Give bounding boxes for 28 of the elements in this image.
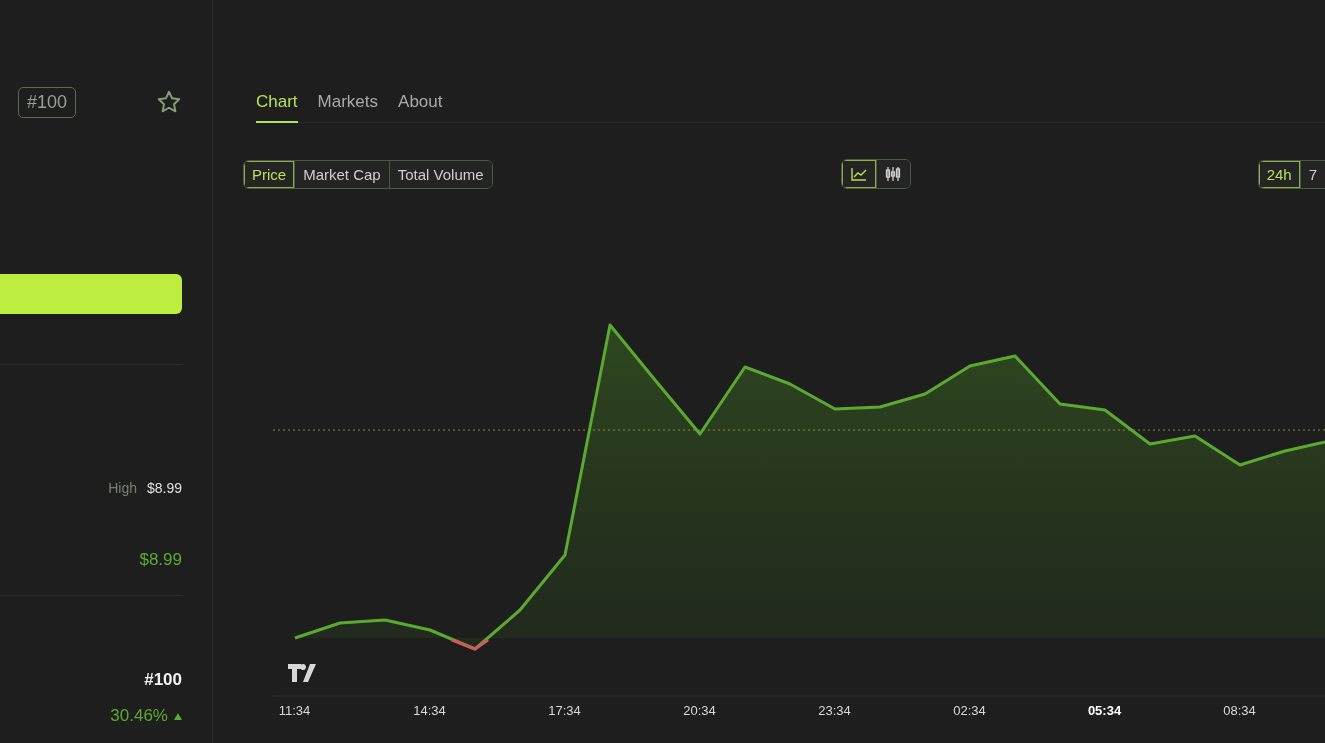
- range-button[interactable]: 7: [1299, 160, 1325, 188]
- candles-icon: [885, 166, 902, 182]
- price-value: $8.99: [139, 550, 182, 570]
- change-value: 30.46%: [110, 706, 168, 726]
- tab[interactable]: Chart: [256, 85, 298, 123]
- metric-button[interactable]: Total Volume: [388, 160, 492, 188]
- range-button[interactable]: 24h: [1258, 160, 1300, 188]
- logo-icon: [288, 664, 316, 682]
- metric-button[interactable]: Market Cap: [294, 160, 389, 188]
- time-label: 20:34: [682, 703, 717, 718]
- rank-value: #100: [144, 670, 182, 690]
- tab[interactable]: About: [398, 85, 443, 123]
- candles-button[interactable]: [875, 160, 910, 188]
- time-label: 17:34: [547, 703, 582, 718]
- time-label: 11:34: [277, 703, 312, 718]
- time-label: 08:34: [1222, 703, 1257, 718]
- rank-badge: #100: [18, 86, 77, 118]
- time-label: 14:34: [412, 703, 447, 718]
- tab[interactable]: Markets: [317, 85, 379, 123]
- time-label: 23:34: [817, 703, 852, 718]
- high-value: $8.99: [146, 480, 182, 496]
- time-label: 05:34: [1086, 703, 1123, 718]
- line-chart-button[interactable]: [841, 160, 876, 188]
- metric-button[interactable]: Price: [244, 160, 295, 188]
- star-icon[interactable]: [156, 89, 182, 115]
- line-chart-icon: [850, 167, 867, 181]
- time-label: 02:34: [952, 703, 987, 718]
- high-label: High: [108, 480, 137, 496]
